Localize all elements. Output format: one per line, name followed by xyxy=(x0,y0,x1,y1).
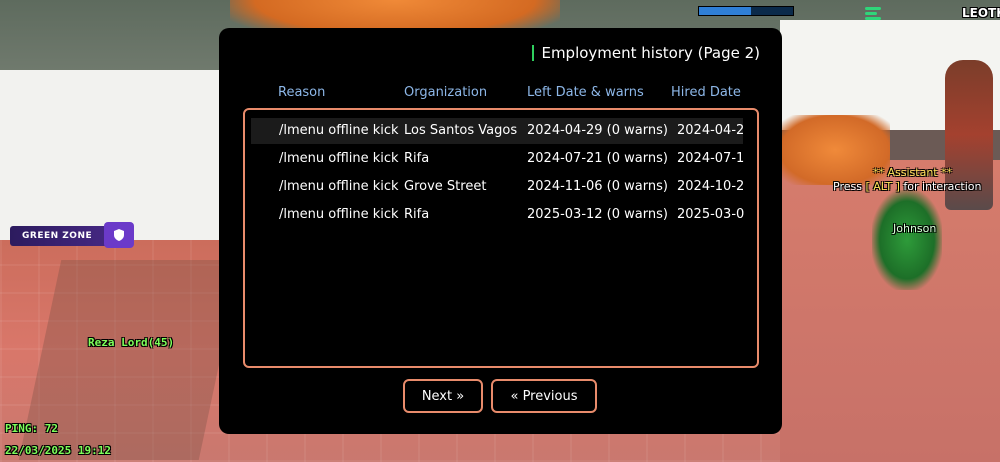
interaction-key: [ ALT ] xyxy=(865,180,900,193)
dialog-title-text: Employment history (Page 2) xyxy=(541,44,760,62)
cell-reason: /lmenu offline kick xyxy=(279,123,399,138)
npc-motorbike xyxy=(872,190,942,290)
history-list[interactable]: /lmenu offline kick Los Santos Vagos 202… xyxy=(243,108,759,368)
next-page-button[interactable]: Next » xyxy=(403,379,483,413)
cell-reason: /lmenu offline kick xyxy=(279,207,399,222)
column-header-left-date: Left Date & warns xyxy=(527,85,644,100)
cell-reason: /lmenu offline kick xyxy=(279,179,399,194)
employment-history-dialog: Employment history (Page 2) Reason Organ… xyxy=(219,28,782,434)
table-row[interactable]: /lmenu offline kick Los Santos Vagos 202… xyxy=(251,118,745,144)
dialog-title: Employment history (Page 2) xyxy=(532,44,760,62)
cell-left-date: 2025-03-12 (0 warns) xyxy=(527,207,668,222)
shield-icon xyxy=(104,222,134,248)
cell-left-date: 2024-04-29 (0 warns) xyxy=(527,123,668,138)
cell-hired-date: 2024-10-2 xyxy=(677,179,745,194)
table-row[interactable]: /lmenu offline kick Grove Street 2024-11… xyxy=(251,174,745,200)
table-header: Reason Organization Left Date & warns Hi… xyxy=(219,85,782,105)
health-bar xyxy=(698,6,794,16)
title-accent-mark xyxy=(532,45,535,61)
health-bar-fill xyxy=(699,7,751,15)
column-header-reason: Reason xyxy=(278,85,326,100)
column-header-organization: Organization xyxy=(404,85,488,100)
cell-organization: Rifa xyxy=(404,207,430,222)
cell-left-date: 2024-07-21 (0 warns) xyxy=(527,151,668,166)
cell-hired-date: 2024-04-2 xyxy=(677,123,745,138)
cell-organization: Grove Street xyxy=(404,179,487,194)
player-name-label: Reza Lord(45) xyxy=(88,336,175,349)
cell-organization: Rifa xyxy=(404,151,430,166)
table-row[interactable]: /lmenu offline kick Rifa 2024-07-21 (0 w… xyxy=(251,146,745,172)
datetime-readout: 22/03/2025 19:12 xyxy=(5,444,111,457)
cell-reason: /lmenu offline kick xyxy=(279,151,399,166)
cell-organization: Los Santos Vagos xyxy=(404,123,518,138)
assistant-label: ** Assistant ** xyxy=(873,166,953,179)
cell-left-date: 2024-11-06 (0 warns) xyxy=(527,179,668,194)
signal-logo-icon xyxy=(865,5,887,23)
ping-readout: PING: 72 xyxy=(5,422,58,435)
npc-name-label: Johnson xyxy=(893,222,937,235)
previous-page-button[interactable]: « Previous xyxy=(491,379,597,413)
interaction-prefix: Press xyxy=(833,180,862,193)
interaction-suffix: for interaction xyxy=(903,180,982,193)
zone-label: GREEN ZONE xyxy=(22,231,93,241)
table-row[interactable]: /lmenu offline kick Rifa 2025-03-12 (0 w… xyxy=(251,202,745,228)
column-header-hired-date: Hired Date xyxy=(671,85,741,100)
cell-hired-date: 2025-03-0 xyxy=(677,207,745,222)
player-tag: LEOTK xyxy=(962,6,1000,20)
cell-hired-date: 2024-07-1 xyxy=(677,151,745,166)
interaction-hint: Press [ ALT ] for interaction xyxy=(833,180,982,193)
